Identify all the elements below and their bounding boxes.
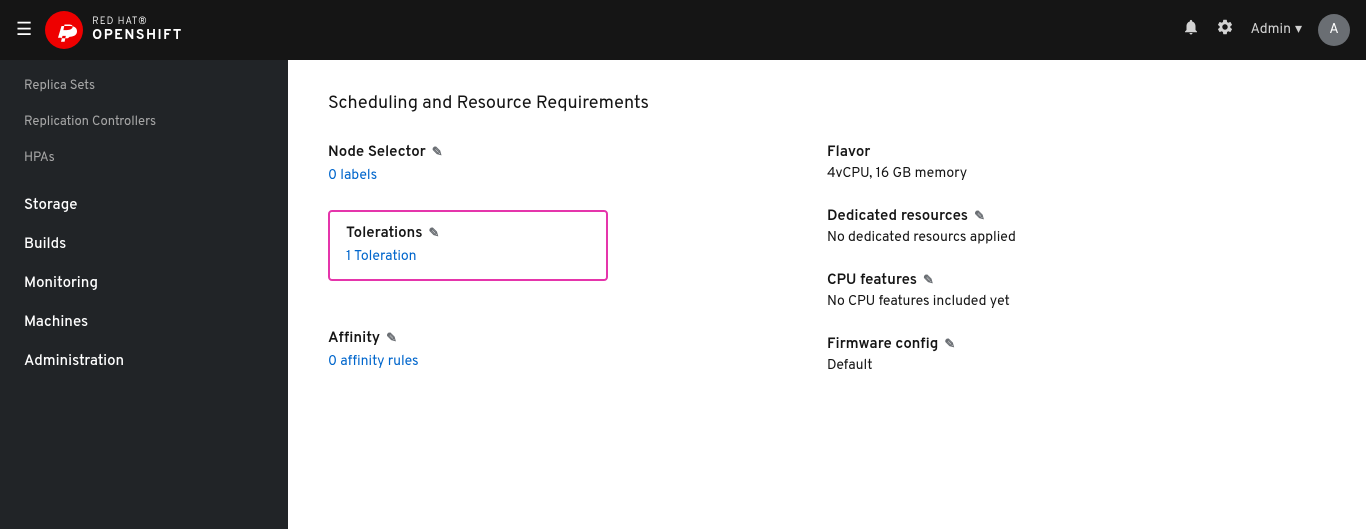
notification-icon[interactable] bbox=[1182, 18, 1200, 43]
sidebar-item-administration[interactable]: Administration bbox=[0, 340, 288, 379]
chevron-down-icon: ▾ bbox=[1295, 21, 1302, 39]
cpu-features-block: CPU features ✎ No CPU features included … bbox=[827, 271, 1326, 311]
sidebar-item-replica-sets[interactable]: Replica Sets bbox=[0, 68, 288, 104]
nav-right: Admin ▾ A bbox=[1182, 14, 1350, 46]
tolerations-label: Tolerations ✎ bbox=[346, 224, 590, 243]
left-column: Node Selector ✎ 0 labels Tolerations ✎ 1… bbox=[328, 143, 827, 399]
cpu-features-value: No CPU features included yet bbox=[827, 294, 1286, 311]
main-layout: Replica Sets Replication Controllers HPA… bbox=[0, 60, 1366, 529]
node-selector-block: Node Selector ✎ 0 labels bbox=[328, 143, 827, 186]
nav-left: ☰ RED HAT® OPENSHIFT bbox=[16, 10, 183, 50]
admin-menu[interactable]: Admin ▾ bbox=[1250, 21, 1302, 39]
dedicated-resources-value: No dedicated resourcs applied bbox=[827, 230, 1286, 247]
dedicated-resources-block: Dedicated resources ✎ No dedicated resou… bbox=[827, 207, 1326, 247]
sidebar-item-builds[interactable]: Builds bbox=[0, 223, 288, 262]
tolerations-box: Tolerations ✎ 1 Toleration bbox=[328, 210, 608, 281]
hamburger-icon[interactable]: ☰ bbox=[16, 19, 32, 42]
admin-label: Admin bbox=[1250, 22, 1291, 39]
right-column: Flavor 4vCPU, 16 GB memory Dedicated res… bbox=[827, 143, 1326, 399]
main-content: Scheduling and Resource Requirements Nod… bbox=[288, 60, 1366, 529]
dedicated-resources-label: Dedicated resources ✎ bbox=[827, 207, 1286, 226]
sidebar-item-replication-controllers[interactable]: Replication Controllers bbox=[0, 104, 288, 140]
resource-grid: Node Selector ✎ 0 labels Tolerations ✎ 1… bbox=[328, 143, 1326, 399]
affinity-value[interactable]: 0 affinity rules bbox=[328, 354, 419, 371]
affinity-block: Affinity ✎ 0 affinity rules bbox=[328, 329, 827, 372]
settings-icon[interactable] bbox=[1216, 18, 1234, 43]
firmware-config-label: Firmware config ✎ bbox=[827, 335, 1286, 354]
section-title: Scheduling and Resource Requirements bbox=[328, 92, 1326, 115]
node-selector-value[interactable]: 0 labels bbox=[328, 168, 377, 185]
affinity-label: Affinity ✎ bbox=[328, 329, 787, 348]
sidebar-item-monitoring[interactable]: Monitoring bbox=[0, 262, 288, 301]
sidebar-item-hpas[interactable]: HPAs bbox=[0, 140, 288, 176]
sidebar: Replica Sets Replication Controllers HPA… bbox=[0, 60, 288, 529]
node-selector-edit-icon[interactable]: ✎ bbox=[432, 145, 443, 161]
firmware-config-edit-icon[interactable]: ✎ bbox=[944, 337, 955, 353]
avatar[interactable]: A bbox=[1318, 14, 1350, 46]
sidebar-item-storage[interactable]: Storage bbox=[0, 184, 288, 223]
firmware-config-value: Default bbox=[827, 358, 1286, 375]
dedicated-resources-edit-icon[interactable]: ✎ bbox=[974, 209, 985, 225]
top-navigation: ☰ RED HAT® OPENSHIFT Admin ▾ A bbox=[0, 0, 1366, 60]
tolerations-value[interactable]: 1 Toleration bbox=[346, 249, 417, 266]
cpu-features-label: CPU features ✎ bbox=[827, 271, 1286, 290]
flavor-block: Flavor 4vCPU, 16 GB memory bbox=[827, 143, 1326, 183]
firmware-config-block: Firmware config ✎ Default bbox=[827, 335, 1326, 375]
tolerations-edit-icon[interactable]: ✎ bbox=[428, 226, 439, 242]
tolerations-block-wrapper: Tolerations ✎ 1 Toleration bbox=[328, 210, 827, 305]
logo-text: RED HAT® OPENSHIFT bbox=[92, 15, 183, 45]
flavor-label: Flavor bbox=[827, 143, 1286, 162]
redhat-logo-icon bbox=[44, 10, 84, 50]
cpu-features-edit-icon[interactable]: ✎ bbox=[923, 273, 934, 289]
flavor-value: 4vCPU, 16 GB memory bbox=[827, 166, 1286, 183]
sidebar-item-machines[interactable]: Machines bbox=[0, 301, 288, 340]
logo-area: RED HAT® OPENSHIFT bbox=[44, 10, 183, 50]
affinity-edit-icon[interactable]: ✎ bbox=[386, 331, 397, 347]
node-selector-label: Node Selector ✎ bbox=[328, 143, 787, 162]
